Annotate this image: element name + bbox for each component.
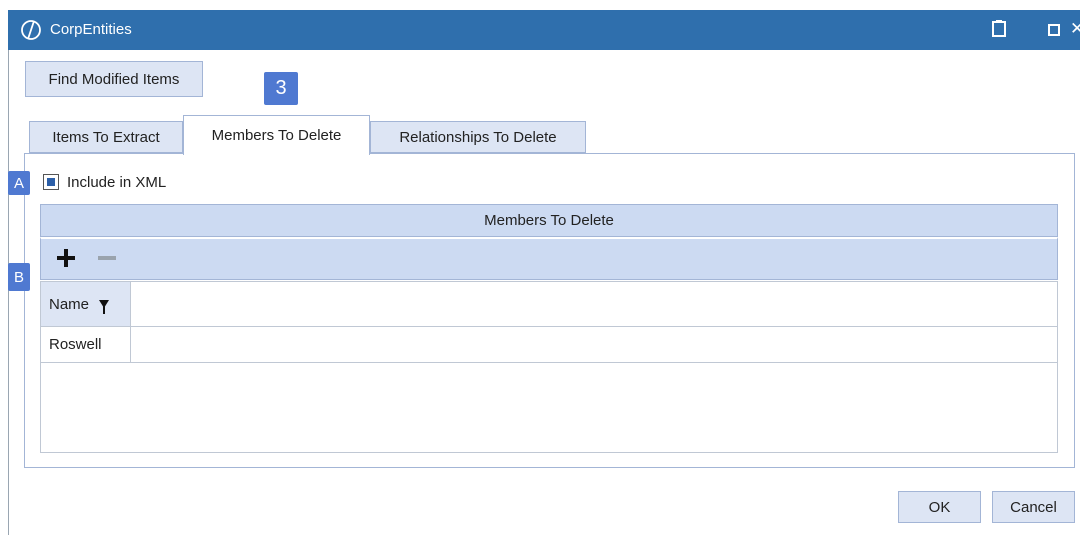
app-logo-icon [21,20,41,40]
find-modified-items-button[interactable]: Find Modified Items [25,61,203,97]
tab-relationships-to-delete[interactable]: Relationships To Delete [370,121,586,153]
column-header-name[interactable]: Name [41,282,131,327]
tab-members-to-delete[interactable]: Members To Delete [183,115,370,155]
title-bar: CorpEntities ✕ [8,10,1080,50]
filter-icon[interactable] [99,300,110,314]
tab-items-to-extract[interactable]: Items To Extract [29,121,183,153]
close-icon[interactable]: ✕ [1070,19,1080,39]
include-in-xml-label: Include in XML [67,173,167,191]
add-icon[interactable] [57,249,75,267]
window-border [8,50,9,535]
callout-3: 3 [264,72,298,105]
table-cell-name: Roswell [41,327,131,362]
checkbox-mark-icon [47,178,55,186]
window-title: CorpEntities [50,21,132,38]
include-in-xml-row[interactable]: Include in XML [43,172,166,192]
ok-button[interactable]: OK [898,491,981,523]
maximize-icon[interactable] [1048,24,1060,36]
callout-b: B [8,263,30,291]
callout-a: A [8,171,30,195]
grid-title: Members To Delete [40,204,1058,237]
include-in-xml-checkbox[interactable] [43,174,59,190]
table-row[interactable]: Roswell [41,327,1057,363]
grid-toolbar [40,237,1058,280]
column-header-label: Name [49,295,90,313]
clipboard-icon[interactable] [992,19,1006,37]
remove-icon[interactable] [98,256,116,260]
cancel-button[interactable]: Cancel [992,491,1075,523]
members-grid: Name Roswell [40,281,1058,453]
